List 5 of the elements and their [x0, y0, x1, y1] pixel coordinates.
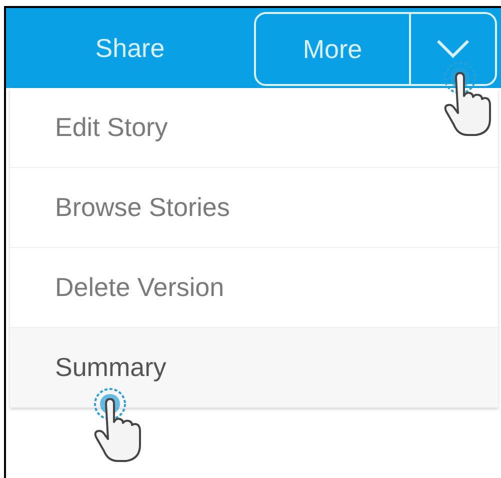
share-label[interactable]: Share — [6, 32, 254, 64]
menu-item[interactable]: Browse Stories — [10, 168, 498, 248]
chevron-down-icon — [436, 39, 470, 59]
menu-item[interactable]: Summary — [10, 328, 498, 408]
hand-cursor-icon — [92, 386, 144, 464]
